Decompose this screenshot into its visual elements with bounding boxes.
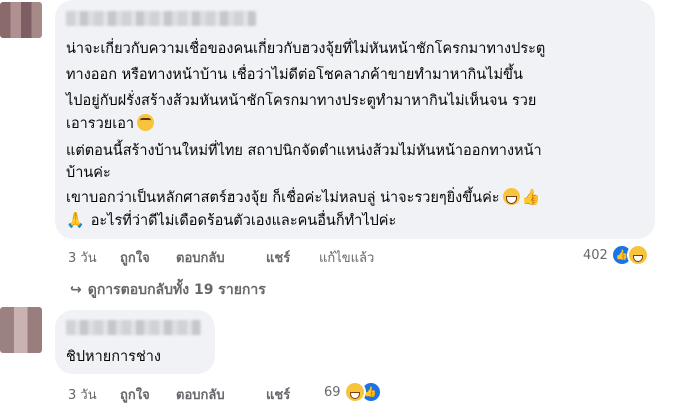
thumbs-up-icon: 👍 [521,188,541,206]
comment-text-segment: เอารวยเอา [66,116,135,132]
comment-text-line: 🙏 อะไรที่ว่าดีไม่เดือดร้อนตัวเองและคนอื่น… [66,208,396,233]
comment-text-line: ทางออก หรือทางหน้าบ้าน เชื่อว่าไม่ดีต่อโ… [66,67,523,83]
comment-author-name[interactable] [66,11,256,26]
comment-text-line: ชิปหายการช่าง [66,349,162,365]
comment-text-line: บ้านค่ะ [66,165,111,181]
folded-hands-icon: 🙏 [66,211,85,229]
like-button[interactable]: ถูกใจ [120,384,150,405]
haha-reaction-icon [626,244,649,266]
grin-emoji [502,188,520,205]
reaction-summary[interactable]: 69 👍 [324,381,382,403]
comment-timestamp[interactable]: 3 วัน [68,384,97,405]
comment-text-line: เขาบอกว่าเป็นหลักศาสตร์ฮวงจุ้ย ก็เชื่อค่… [66,185,540,210]
reply-button[interactable]: ตอบกลับ [176,384,225,405]
like-button[interactable]: ถูกใจ [120,247,150,268]
haha-reaction-icon [343,381,366,403]
reaction-count: 69 [324,384,341,400]
comment-text-segment: อะไรที่ว่าดีไม่เดือดร้อนตัวเองและคนอื่นก… [90,213,397,229]
comment-text-line: น่าจะเกี่ยวกับความเชื่อของคนเกี่ยวกับฮวง… [66,41,546,57]
comment-actions: 3 วัน ถูกใจ ตอบกลับ แชร์ แก้ไขแล้ว [68,247,468,268]
comment-text-line: แต่ตอนนี้สร้างบ้านใหม่ที่ไทย สถาปนิกจัดต… [66,143,542,159]
comment-text-line: ไปอยู่กับฝรั่งสร้างส้วมหันหน้าชักโครกมาท… [66,93,537,109]
comment-actions: 3 วัน ถูกใจ ตอบกลับ แชร์ [68,384,368,405]
comment-timestamp[interactable]: 3 วัน [68,247,97,268]
share-button[interactable]: แชร์ [266,384,290,405]
comment-text-line: เอารวยเอา [66,112,155,136]
comment-author-name[interactable] [66,320,201,335]
view-replies-link[interactable]: ↪ ดูการตอบกลับทั้ง 19 รายการ [70,279,266,301]
reply-button[interactable]: ตอบกลับ [176,247,225,268]
edited-label: แก้ไขแล้ว [319,251,375,266]
reply-arrow-icon: ↪ [70,282,82,298]
reaction-count: 402 [583,247,608,263]
view-replies-label: ดูการตอบกลับทั้ง 19 รายการ [87,282,266,298]
share-button[interactable]: แชร์ [266,247,290,268]
grinning-squint-emoji [137,114,155,131]
comment-text-segment: เขาบอกว่าเป็นหลักศาสตร์ฮวงจุ้ย ก็เชื่อค่… [66,190,500,206]
avatar[interactable] [0,307,42,353]
reaction-summary[interactable]: 402 👍 [583,244,649,266]
avatar[interactable] [0,2,42,38]
